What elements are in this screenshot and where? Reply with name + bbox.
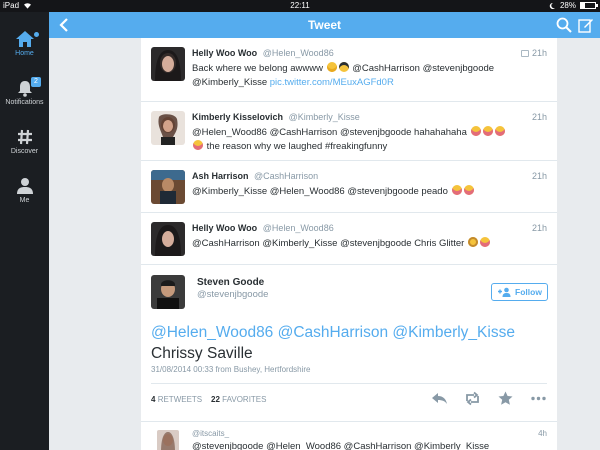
tweet-author-handle[interactable]: @Kimberly_Kisse bbox=[289, 112, 360, 122]
avatar[interactable] bbox=[151, 47, 185, 81]
tweet-author-handle[interactable]: @Helen_Wood86 bbox=[263, 223, 334, 233]
retweet-icon[interactable] bbox=[464, 390, 481, 407]
divider bbox=[151, 383, 547, 384]
neutral-face-emoji-icon bbox=[326, 62, 337, 72]
top-bar: Tweet bbox=[49, 12, 600, 38]
sidebar-item-discover[interactable]: Discover bbox=[0, 128, 49, 155]
tweet-author-name[interactable]: Steven Goode bbox=[197, 277, 264, 288]
tweet-author-handle[interactable]: @itscaits_ bbox=[192, 429, 229, 438]
tweet-text-part: @CashHarrison @stevenjbgoode bbox=[352, 63, 495, 74]
home-icon bbox=[15, 31, 34, 47]
focused-tweet: Steven Goode @stevenjbgoode Follow @Hele… bbox=[141, 265, 557, 422]
notifications-badge: 2 bbox=[31, 77, 41, 87]
sidebar-item-label: Home bbox=[15, 50, 34, 57]
page-title: Tweet bbox=[307, 18, 342, 32]
reply-icon[interactable] bbox=[431, 390, 448, 407]
tweet-author-name[interactable]: Ash Harrison bbox=[192, 171, 249, 181]
tweet-meta: 31/08/2014 00:33 from Bushey, Hertfordsh… bbox=[151, 365, 311, 374]
shocked-face-emoji-icon bbox=[467, 237, 478, 247]
tears-of-joy-emoji-icon bbox=[470, 126, 481, 136]
tweet-author-handle[interactable]: @CashHarrison bbox=[254, 171, 318, 181]
sidebar: Home 2 Notifications Discover Me bbox=[0, 12, 49, 450]
follow-person-icon bbox=[498, 287, 511, 297]
focused-tweet-text: @Helen_Wood86 @CashHarrison @Kimberly_Ki… bbox=[151, 322, 551, 364]
tweet-author-handle[interactable]: @Helen_Wood86 bbox=[263, 48, 334, 58]
tweet-time: 4h bbox=[538, 429, 547, 438]
tears-of-joy-emoji-icon bbox=[463, 185, 474, 195]
sidebar-item-me[interactable]: Me bbox=[0, 177, 49, 204]
tweet-text-part: @Helen_Wood86 @CashHarrison @stevenjbgoo… bbox=[192, 127, 467, 138]
tweet-actions bbox=[431, 390, 547, 407]
tweet-body: Chrissy Saville bbox=[151, 345, 253, 362]
tweet[interactable]: Ash Harrison @CashHarrison 21h @Kimberly… bbox=[141, 161, 557, 213]
tweet-mentions[interactable]: @Helen_Wood86 @CashHarrison @Kimberly_Ki… bbox=[151, 324, 515, 341]
favorites-label[interactable]: FAVORITES bbox=[222, 395, 266, 404]
tweet[interactable]: Kimberly Kisselovich @Kimberly_Kisse 21h… bbox=[141, 102, 557, 161]
tweet-photo-link[interactable]: pic.twitter.com/MEuxAGFd0R bbox=[270, 77, 394, 88]
tweet-text-part: @CashHarrison @Kimberly_Kisse @stevenjbg… bbox=[192, 238, 465, 249]
tweet-text-part: @Kimberly_Kisse @Helen_Wood86 @stevenjbg… bbox=[192, 186, 448, 197]
follow-button[interactable]: Follow bbox=[491, 283, 548, 301]
tweet-text: @stevenjbgoode @Helen_Wood86 @CashHarris… bbox=[192, 441, 490, 450]
tweet[interactable]: Helly Woo Woo @Helen_Wood86 21h Back whe… bbox=[141, 38, 557, 102]
tears-of-joy-emoji-icon bbox=[479, 237, 490, 247]
tweet-text: Back where we belong awwww @CashHarrison… bbox=[192, 62, 544, 90]
tears-of-joy-emoji-icon bbox=[494, 126, 505, 136]
avatar[interactable] bbox=[151, 170, 185, 204]
favorite-icon[interactable] bbox=[497, 390, 514, 407]
sidebar-item-label: Notifications bbox=[5, 99, 44, 106]
tweet-stats: 4 RETWEETS 22 FAVORITES bbox=[151, 395, 266, 404]
tweet-text-part: the reason why we laughed #freakingfunny bbox=[206, 141, 388, 152]
more-icon[interactable] bbox=[530, 390, 547, 407]
moon-icon bbox=[549, 2, 555, 9]
hashtag-icon bbox=[17, 129, 32, 145]
tears-of-joy-emoji-icon bbox=[451, 185, 462, 195]
person-icon bbox=[16, 178, 33, 194]
avatar[interactable] bbox=[151, 275, 185, 309]
retweets-count: 4 bbox=[151, 395, 156, 404]
tweet-text: @CashHarrison @Kimberly_Kisse @stevenjbg… bbox=[192, 237, 544, 251]
sidebar-item-label: Discover bbox=[10, 148, 39, 155]
content-area: Helly Woo Woo @Helen_Wood86 21h Back whe… bbox=[49, 38, 600, 450]
sidebar-item-notifications[interactable]: 2 Notifications bbox=[0, 77, 49, 106]
tweet-author-name[interactable]: Helly Woo Woo bbox=[192, 48, 257, 58]
tears-of-joy-emoji-icon bbox=[193, 140, 203, 150]
tweet-author-name[interactable]: Kimberly Kisselovich bbox=[192, 112, 283, 122]
tweet-time: 21h bbox=[531, 112, 547, 122]
tears-of-joy-emoji-icon bbox=[482, 126, 493, 136]
tweet-text-part: Back where we belong awwww bbox=[192, 63, 323, 74]
tweet-author-handle[interactable]: @stevenjbgoode bbox=[197, 289, 268, 300]
avatar[interactable] bbox=[151, 111, 185, 145]
tweet-time: 21h bbox=[531, 223, 547, 233]
follow-label: Follow bbox=[515, 287, 542, 297]
avatar[interactable] bbox=[157, 430, 179, 450]
favorites-count: 22 bbox=[211, 395, 220, 404]
conversation[interactable]: Helly Woo Woo @Helen_Wood86 21h Back whe… bbox=[141, 38, 557, 450]
avatar[interactable] bbox=[151, 222, 185, 256]
tweet-author-name[interactable]: Helly Woo Woo bbox=[192, 223, 257, 233]
tweet-text: @Helen_Wood86 @CashHarrison @stevenjbgoo… bbox=[192, 126, 544, 154]
reply-tweet[interactable]: @itscaits_ 4h @stevenjbgoode @Helen_Wood… bbox=[141, 422, 557, 450]
home-new-dot bbox=[34, 32, 39, 37]
clock: 22:11 bbox=[290, 1, 310, 10]
photo-icon bbox=[520, 49, 529, 57]
compose-icon[interactable] bbox=[578, 17, 594, 33]
battery-percent: 28% bbox=[559, 1, 576, 10]
search-icon[interactable] bbox=[556, 17, 572, 33]
sunglasses-emoji-icon bbox=[338, 62, 349, 72]
retweets-label[interactable]: RETWEETS bbox=[158, 395, 202, 404]
tweet-time: 21h bbox=[531, 48, 547, 58]
sidebar-item-label: Me bbox=[19, 197, 30, 204]
battery-icon bbox=[580, 2, 598, 9]
tweet-text-part: @Kimberly_Kisse bbox=[192, 77, 268, 88]
sidebar-item-home[interactable]: Home bbox=[0, 30, 49, 57]
tweet-time: 21h bbox=[531, 171, 547, 181]
status-bar: iPad 22:11 28% bbox=[0, 0, 600, 12]
tweet-text: @Kimberly_Kisse @Helen_Wood86 @stevenjbg… bbox=[192, 185, 544, 199]
tweet[interactable]: Helly Woo Woo @Helen_Wood86 21h @CashHar… bbox=[141, 213, 557, 265]
